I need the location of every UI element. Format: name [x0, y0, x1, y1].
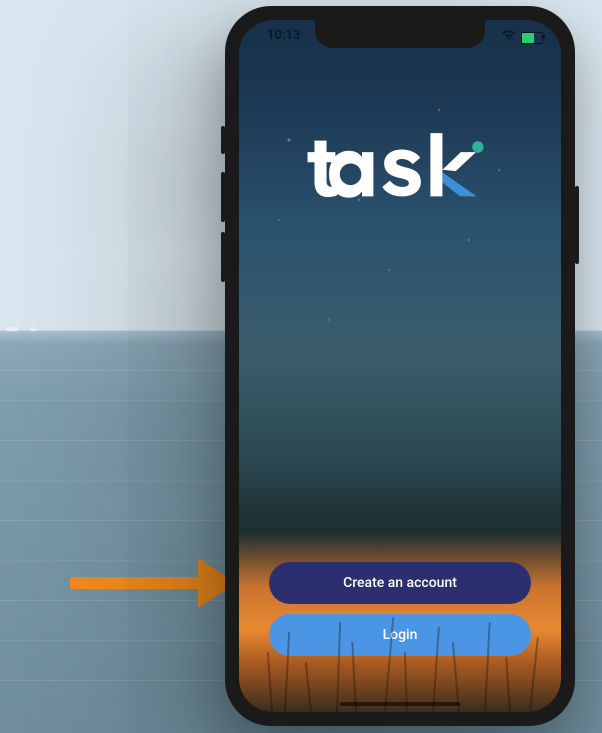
app-logo — [239, 128, 561, 208]
status-time: 10:13 — [267, 28, 300, 43]
phone-screen: 10:13 — [239, 20, 561, 712]
home-indicator[interactable] — [340, 702, 460, 706]
battery-icon — [521, 32, 543, 44]
phone-frame: 10:13 — [225, 6, 575, 726]
wifi-icon — [502, 30, 516, 45]
login-button[interactable]: Login — [269, 614, 531, 656]
create-account-label: Create an account — [343, 575, 457, 591]
status-bar: 10:13 — [239, 26, 561, 48]
login-label: Login — [383, 627, 418, 643]
create-account-button[interactable]: Create an account — [269, 562, 531, 604]
